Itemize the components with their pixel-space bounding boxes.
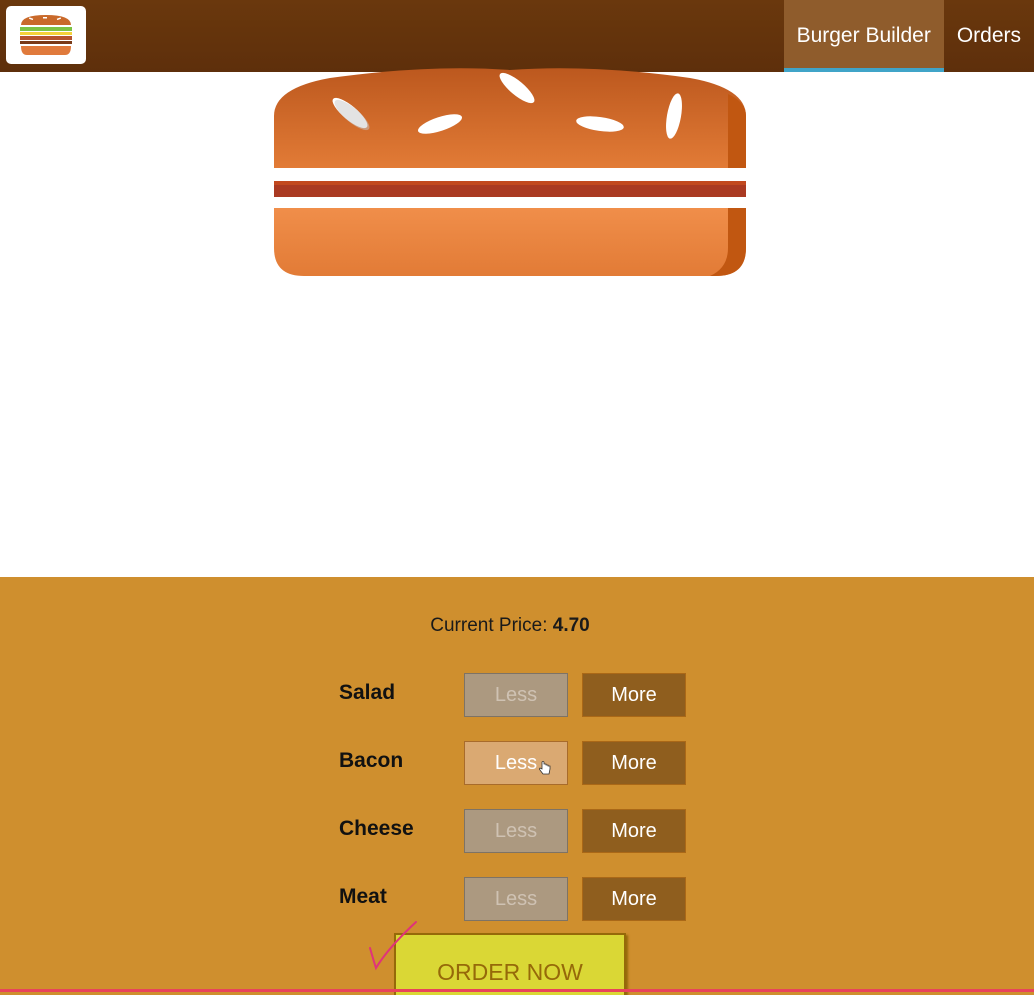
navigation-items: Burger Builder Orders	[783, 0, 1034, 72]
more-button-salad[interactable]: More	[582, 673, 686, 717]
less-button-salad[interactable]: Less	[464, 673, 568, 717]
checkmark-annotation-icon	[369, 921, 417, 971]
control-label-salad: Salad	[339, 681, 396, 704]
more-button-cheese[interactable]: More	[582, 809, 686, 853]
burger-logo-icon[interactable]	[6, 6, 86, 64]
nav-burger-builder[interactable]: Burger Builder	[783, 0, 944, 72]
current-price: Current Price: 4.70	[0, 615, 1020, 637]
control-salad: Salad Less More	[339, 673, 699, 719]
more-button-meat[interactable]: More	[582, 877, 686, 921]
price-value: 4.70	[552, 615, 590, 636]
more-button-bacon[interactable]: More	[582, 741, 686, 785]
less-button-meat[interactable]: Less	[464, 877, 568, 921]
control-meat: Meat Less More	[339, 877, 699, 923]
control-label-cheese: Cheese	[339, 817, 414, 840]
control-label-meat: Meat	[339, 885, 387, 908]
control-label-bacon: Bacon	[339, 749, 404, 772]
control-bacon: Bacon Less More	[339, 741, 699, 787]
control-cheese: Cheese Less More	[339, 809, 699, 855]
order-now-button[interactable]: ORDER NOW	[394, 933, 626, 995]
burger-bread-icon	[270, 68, 750, 280]
annotation-line	[0, 989, 1034, 992]
less-button-cheese[interactable]: Less	[464, 809, 568, 853]
toolbar: Burger Builder Orders	[0, 0, 1034, 72]
less-button-bacon[interactable]: Less	[464, 741, 568, 785]
hand-cursor-icon	[539, 761, 551, 775]
build-controls: Current Price: 4.70 Salad Less More Baco…	[0, 577, 1034, 995]
price-label: Current Price:	[430, 615, 548, 636]
burger-builder-page: Burger Builder Orders Current Price: 4.7…	[0, 0, 1034, 995]
nav-orders[interactable]: Orders	[944, 0, 1034, 72]
